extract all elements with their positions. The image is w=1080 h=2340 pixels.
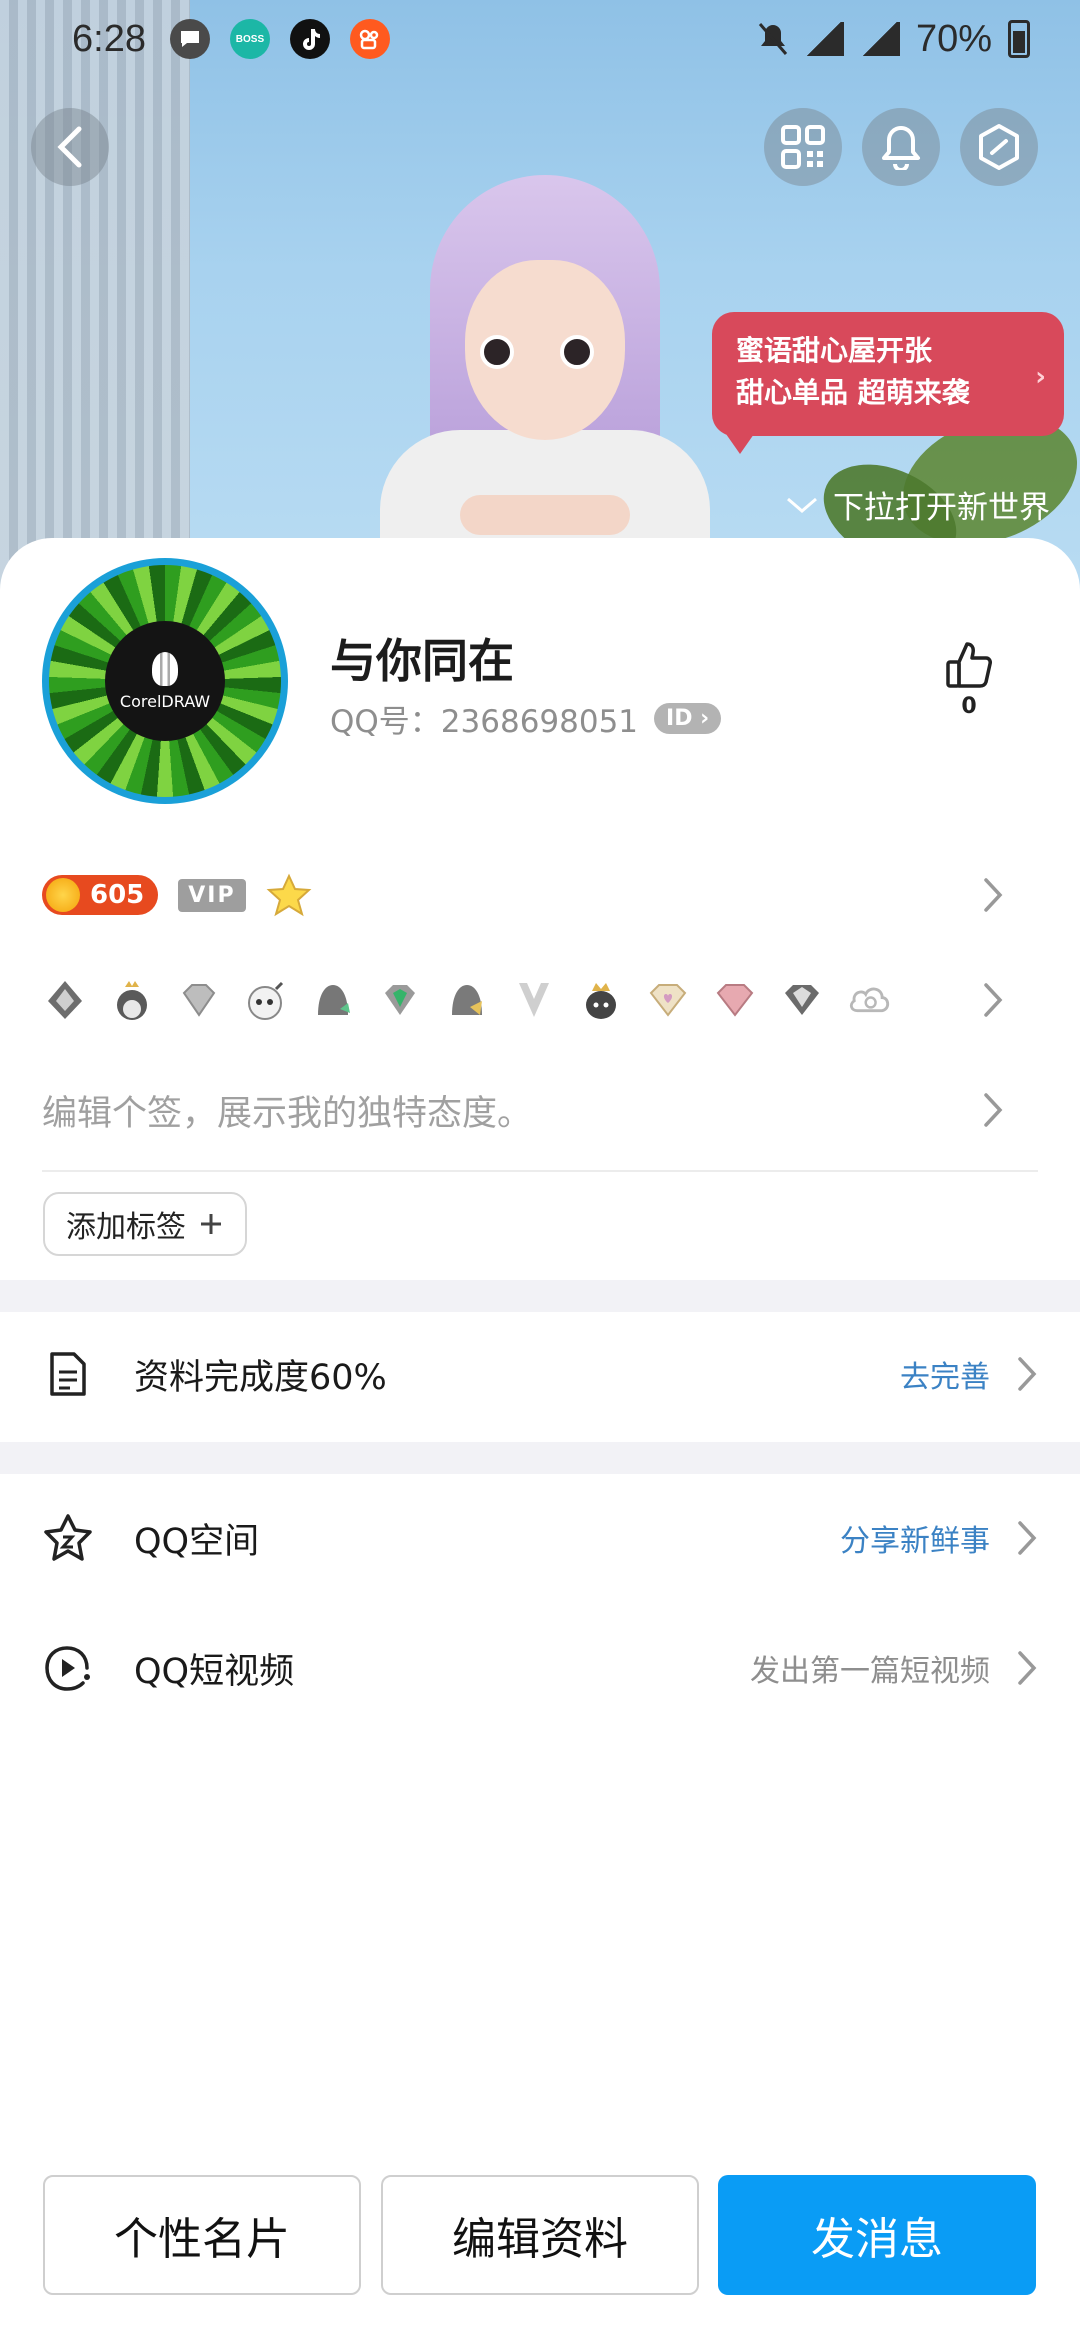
- promo-bubble[interactable]: 蜜语甜心屋开张 甜心单品 超萌来袭 ›: [712, 312, 1064, 454]
- pulldown-hint[interactable]: 下拉打开新世界: [785, 482, 1050, 527]
- avatar-figure-eye-left: [480, 335, 514, 369]
- like-count: 0: [961, 694, 977, 719]
- add-tag-label: 添加标签: [66, 1210, 186, 1245]
- qzone-label: QQ空间: [134, 1521, 260, 1562]
- penguin-green-badge-icon: [310, 977, 356, 1023]
- profile-completion-label: 资料完成度60%: [134, 1357, 387, 1398]
- badges-row[interactable]: [42, 970, 1042, 1030]
- short-video-row[interactable]: QQ短视频 发出第一篇短视频: [0, 1608, 1080, 1728]
- profile-completion-row[interactable]: 资料完成度60% 去完善: [0, 1314, 1080, 1434]
- avatar-figure-arms: [460, 495, 630, 535]
- penguin-crown-badge-icon: [109, 977, 155, 1023]
- cloud-badge-icon: [846, 977, 892, 1023]
- signal-icon: [803, 22, 844, 56]
- battery-percent: 70%: [915, 17, 992, 60]
- chevron-right-icon: ›: [1035, 362, 1046, 392]
- kuaishou-icon: [349, 19, 390, 59]
- send-message-button[interactable]: 发消息: [718, 2175, 1036, 2295]
- penguin-gold-badge-icon: [444, 977, 490, 1023]
- chevron-right-icon: [1016, 1519, 1040, 1557]
- section-gap: [0, 1280, 1080, 1312]
- diamond-badge-icon: [176, 977, 222, 1023]
- level-coin-badge: 605: [42, 875, 159, 915]
- settings-button[interactable]: [960, 108, 1038, 186]
- penguin-badge-icon: [42, 977, 88, 1023]
- status-time: 6:28: [72, 17, 146, 60]
- video-play-icon: [42, 1642, 94, 1694]
- avatar-figure-eye-right: [560, 335, 594, 369]
- qzone-star-icon: [42, 1512, 94, 1564]
- avatar[interactable]: CorelDRAW: [42, 558, 288, 804]
- mute-icon: [758, 23, 788, 55]
- plus-icon: [201, 1214, 221, 1234]
- status-right-cluster: 70%: [758, 18, 1030, 61]
- back-button[interactable]: [31, 108, 109, 186]
- chevron-right-icon: [984, 983, 1003, 1017]
- short-video-label: QQ短视频: [134, 1651, 295, 1692]
- promo-line-1: 蜜语甜心屋开张: [736, 334, 933, 367]
- chevron-left-icon: [57, 126, 82, 168]
- chevron-right-icon: [984, 878, 1003, 912]
- thumbs-up-icon: [946, 642, 992, 688]
- edit-profile-button[interactable]: 编辑资料: [381, 2175, 699, 2295]
- boss-zhipin-icon: BOSS: [229, 19, 270, 59]
- vip-badge: VIP: [178, 878, 246, 912]
- qq-number-row[interactable]: QQ号：2368698051 ID ›: [330, 696, 722, 741]
- level-row[interactable]: 605 VIP: [42, 870, 1042, 920]
- qzone-row[interactable]: QQ空间 分享新鲜事: [0, 1478, 1080, 1598]
- signature-placeholder: 编辑个签，展示我的独特态度。: [42, 1093, 533, 1134]
- coin-icon: [46, 878, 80, 912]
- status-bar: 6:28 BOSS 70%: [0, 0, 1080, 78]
- first-video-link[interactable]: 发出第一篇短视频: [750, 1646, 990, 1690]
- qr-code-button[interactable]: [764, 108, 842, 186]
- green-diamond-badge-icon: [377, 977, 423, 1023]
- share-news-link[interactable]: 分享新鲜事: [840, 1516, 990, 1560]
- like-button[interactable]: 0: [945, 640, 993, 719]
- chevron-down-icon: [787, 497, 817, 513]
- personal-card-button[interactable]: 个性名片: [43, 2175, 361, 2295]
- add-tag-button[interactable]: 添加标签: [43, 1192, 247, 1256]
- section-gap: [0, 1442, 1080, 1474]
- cover-curtain: [0, 0, 190, 600]
- qr-code-icon: [781, 125, 825, 169]
- chevron-right-icon: [1016, 1355, 1040, 1393]
- dark-diamond-badge-icon: [779, 977, 825, 1023]
- document-icon: [42, 1348, 94, 1400]
- avatar-caption: CorelDRAW: [119, 691, 211, 711]
- promo-line-2: 甜心单品 超萌来袭: [736, 376, 970, 409]
- signature-row[interactable]: 编辑个签，展示我的独特态度。: [42, 1080, 1042, 1140]
- tuxedo-badge-icon: [511, 977, 557, 1023]
- heart-diamond-badge-icon: [645, 977, 691, 1023]
- avatar-center: CorelDRAW: [105, 621, 225, 741]
- tiktok-icon: [289, 19, 330, 59]
- pink-diamond-badge-icon: [712, 977, 758, 1023]
- chevron-right-icon: [984, 1093, 1003, 1127]
- battery-icon: [1008, 20, 1030, 58]
- nickname: 与你同在: [330, 634, 514, 688]
- id-badge[interactable]: ID ›: [654, 703, 722, 734]
- complete-profile-link[interactable]: 去完善: [900, 1352, 990, 1396]
- avatar-image: CorelDRAW: [49, 565, 281, 797]
- bell-icon: [882, 126, 920, 170]
- penguin-king-badge-icon: [578, 977, 624, 1023]
- notification-button[interactable]: [862, 108, 940, 186]
- hexagon-settings-icon: [979, 124, 1019, 170]
- star-icon: [266, 873, 312, 917]
- divider: [42, 1170, 1038, 1172]
- signal-icon-2: [859, 22, 900, 56]
- coreldraw-logo-icon: [152, 651, 178, 686]
- profile-card: [0, 538, 1080, 2340]
- qq-number: QQ号：2368698051: [330, 704, 639, 740]
- message-icon: [169, 19, 210, 59]
- bomb-face-badge-icon: [243, 977, 289, 1023]
- pulldown-hint-text: 下拉打开新世界: [833, 490, 1050, 526]
- coin-value: 605: [90, 880, 145, 910]
- chevron-right-icon: [1016, 1649, 1040, 1687]
